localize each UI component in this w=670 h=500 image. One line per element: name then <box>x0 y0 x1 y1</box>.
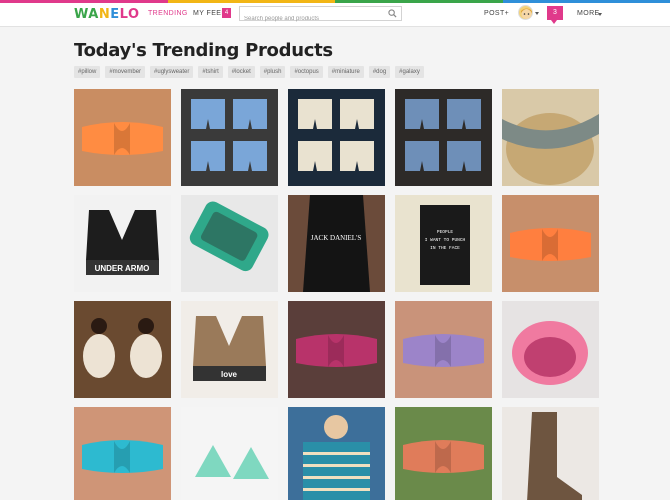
more-menu-button[interactable]: MORE <box>577 10 600 17</box>
tag-chip[interactable]: #miniature <box>327 66 364 78</box>
tag-chip[interactable]: #pillow <box>74 66 101 78</box>
product-image <box>74 407 171 500</box>
product-tile-two-girls-bandeaus[interactable] <box>395 407 492 500</box>
top-navigation-bar: WANELO TRENDING MY FEED 4 POST+ 3 MORE <box>0 3 670 27</box>
product-tile-aztec-headband[interactable] <box>502 89 599 186</box>
notifications-badge[interactable]: 3 <box>547 6 563 20</box>
logo-letter: E <box>110 7 120 22</box>
tag-chip[interactable]: #uglysweater <box>150 66 194 78</box>
tag-chip[interactable]: #galaxy <box>395 66 424 78</box>
product-tile-orange-twist-bandeau[interactable] <box>74 89 171 186</box>
tag-chip[interactable]: #dog <box>368 66 391 78</box>
tag-chip[interactable]: #tshirt <box>198 66 223 78</box>
logo-letter: N <box>98 7 111 22</box>
logo-letter: W <box>74 7 89 22</box>
product-image <box>502 89 599 186</box>
post-button[interactable]: POST+ <box>484 10 509 17</box>
product-tile-sports-bra[interactable]: UNDER ARMO <box>74 195 171 292</box>
product-tile-oversized-sweater-girl[interactable] <box>74 301 171 398</box>
product-tile-punch-notebook[interactable]: PEOPLE I WANT TO PUNCH IN THE FACE <box>395 195 492 292</box>
chevron-down-icon[interactable] <box>535 12 539 15</box>
avatar[interactable] <box>518 5 533 20</box>
product-image <box>395 301 492 398</box>
svg-text:JACK DANIEL'S: JACK DANIEL'S <box>311 234 362 242</box>
product-image: UNDER ARMO <box>74 195 171 292</box>
product-image <box>395 407 492 500</box>
product-tile-aztec-sweater[interactable] <box>288 407 385 500</box>
product-tile-whiskey-tank-top[interactable]: JACK DANIEL'S <box>288 195 385 292</box>
search-box <box>239 6 402 26</box>
product-image: love <box>181 301 278 398</box>
product-image <box>74 89 171 186</box>
search-input[interactable] <box>240 12 380 26</box>
product-image <box>502 195 599 292</box>
product-image <box>181 407 278 500</box>
product-image <box>502 407 599 500</box>
product-tile-sequin-bandeaus[interactable] <box>288 301 385 398</box>
product-tile-mint-triangle-earrings[interactable] <box>181 407 278 500</box>
svg-text:UNDER ARMO: UNDER ARMO <box>95 264 150 273</box>
tag-chip[interactable]: #octopus <box>290 66 323 78</box>
search-icon[interactable] <box>388 9 397 18</box>
tag-chip[interactable]: #plush <box>259 66 286 78</box>
product-tile-lavender-grey-bandeau[interactable] <box>395 301 492 398</box>
product-image <box>181 89 278 186</box>
product-tile-pink-egg-chair[interactable] <box>502 301 599 398</box>
chevron-down-icon[interactable] <box>598 13 602 16</box>
logo-letter: O <box>127 7 140 22</box>
product-tile-orange-grey-bandeau[interactable] <box>502 195 599 292</box>
wanelo-logo[interactable]: WANELO <box>74 7 140 22</box>
product-image <box>288 89 385 186</box>
product-tile-tribal-phone-case[interactable] <box>181 195 278 292</box>
product-tile-lace-up-boots[interactable] <box>502 407 599 500</box>
product-image: PEOPLE I WANT TO PUNCH IN THE FACE <box>395 195 492 292</box>
tag-chip[interactable]: #locket <box>227 66 255 78</box>
product-tile-studded-denim-shorts[interactable] <box>395 89 492 186</box>
product-image <box>395 89 492 186</box>
logo-letter: L <box>119 7 128 22</box>
feed-count-badge: 4 <box>222 8 231 18</box>
svg-text:I WANT TO PUNCH: I WANT TO PUNCH <box>425 237 466 243</box>
product-image <box>74 301 171 398</box>
product-image <box>502 301 599 398</box>
product-image <box>181 195 278 292</box>
product-tile-love-infinity-bracelets[interactable]: love <box>181 301 278 398</box>
svg-text:PEOPLE: PEOPLE <box>437 229 454 235</box>
svg-text:love: love <box>221 370 238 379</box>
trending-tags: #pillow #movember #uglysweater #tshirt #lock… <box>74 66 424 78</box>
notifications-badge-tail <box>551 20 557 24</box>
product-tile-denim-shorts-collage[interactable] <box>181 89 278 186</box>
logo-letter: A <box>88 7 99 22</box>
product-tile-tribal-print-shorts[interactable] <box>288 89 385 186</box>
product-grid: UNDER ARMO JACK DANIEL'S PEOPLE I WANT TO P… <box>74 89 599 500</box>
nav-trending-link[interactable]: TRENDING <box>148 10 188 17</box>
svg-text:IN THE FACE: IN THE FACE <box>430 245 460 251</box>
product-image: JACK DANIEL'S <box>288 195 385 292</box>
product-tile-grey-teal-bandeau[interactable] <box>74 407 171 500</box>
page: WANELO TRENDING MY FEED 4 POST+ 3 MORE T… <box>0 0 670 500</box>
tag-chip[interactable]: #movember <box>105 66 146 78</box>
product-image <box>288 407 385 500</box>
product-image <box>288 301 385 398</box>
avatar-face-icon <box>521 8 532 19</box>
page-title: Today's Trending Products <box>74 40 333 61</box>
